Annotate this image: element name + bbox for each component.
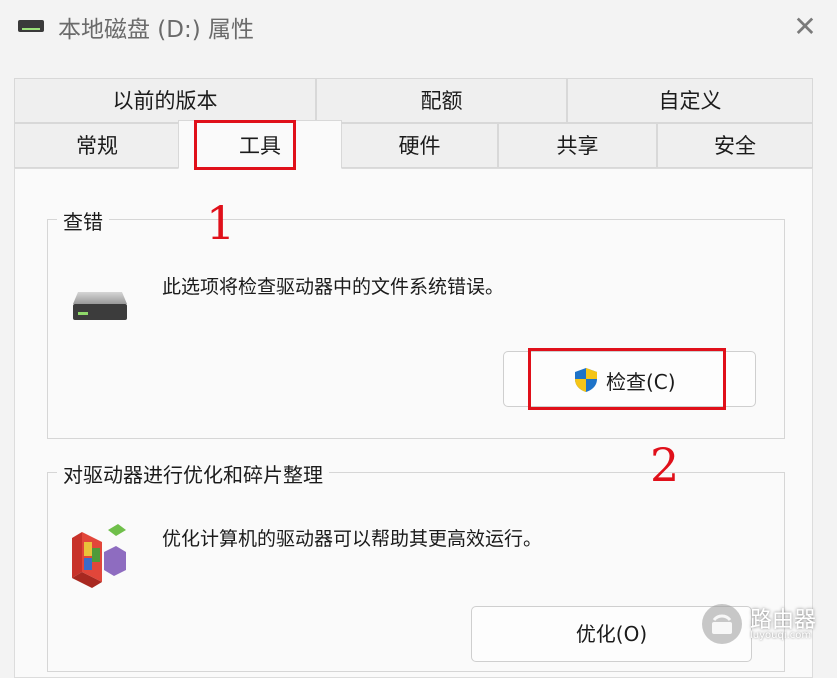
tab-security[interactable]: 安全 <box>657 123 813 168</box>
annotation-box-check <box>528 348 726 410</box>
tab-customize[interactable]: 自定义 <box>567 78 813 123</box>
annotation-number-2: 2 <box>650 438 680 492</box>
window-title: 本地磁盘 (D:) 属性 <box>58 17 255 43</box>
close-button[interactable]: ✕ <box>788 10 822 44</box>
annotation-number-1: 1 <box>206 196 236 250</box>
tab-previous-versions[interactable]: 以前的版本 <box>14 78 316 123</box>
defrag-icon <box>72 524 126 588</box>
optimize-description: 优化计算机的驱动器可以帮助其更高效运行。 <box>162 528 543 550</box>
tab-hardware[interactable]: 硬件 <box>341 123 498 168</box>
error-checking-label: 查错 <box>57 206 109 235</box>
tab-quota[interactable]: 配额 <box>316 78 567 123</box>
watermark-subtext: luyouqi.com <box>750 630 812 641</box>
drive-icon <box>18 20 44 32</box>
router-logo-icon <box>702 604 742 644</box>
optimize-label: 对驱动器进行优化和碎片整理 <box>57 459 329 488</box>
title-bar: 本地磁盘 (D:) 属性 ✕ <box>0 0 837 56</box>
tab-general[interactable]: 常规 <box>14 123 180 168</box>
drive-icon <box>73 292 127 320</box>
error-checking-description: 此选项将检查驱动器中的文件系统错误。 <box>162 276 505 298</box>
tab-sharing[interactable]: 共享 <box>498 123 657 168</box>
annotation-box-tools <box>194 120 296 170</box>
watermark: 路由器 luyouqi.com <box>698 600 837 664</box>
